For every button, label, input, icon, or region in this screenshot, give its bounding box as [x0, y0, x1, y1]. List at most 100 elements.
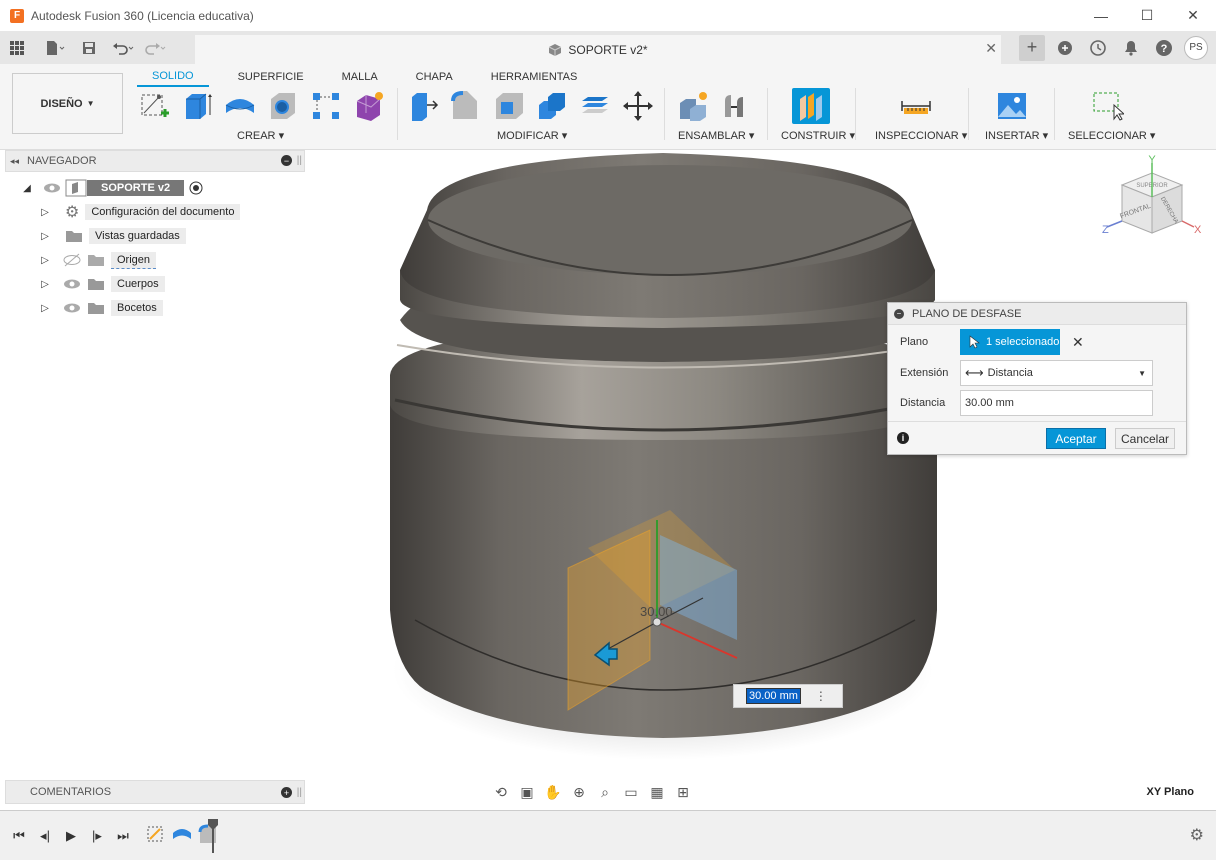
extensions-button[interactable] — [1052, 35, 1078, 61]
offset-plane-button[interactable] — [792, 88, 830, 124]
root-component-label[interactable]: SOPORTE v2 — [87, 180, 185, 196]
canvas-distance-value[interactable]: 30.00 mm — [746, 688, 801, 704]
notifications-button[interactable] — [1118, 35, 1144, 61]
save-button[interactable] — [76, 35, 102, 61]
go-to-start-button[interactable]: ⏮ — [8, 825, 30, 847]
plane-selection-button[interactable]: 1 seleccionado — [960, 329, 1060, 355]
combine-button[interactable] — [533, 88, 571, 124]
help-button[interactable]: ? — [1151, 35, 1177, 61]
comments-panel-header[interactable]: COMENTARIOS + || — [5, 780, 305, 804]
close-window-button[interactable]: ✕ — [1170, 0, 1216, 31]
timeline-sketch-icon[interactable] — [145, 823, 167, 845]
job-status-button[interactable] — [1085, 35, 1111, 61]
press-pull-button[interactable] — [404, 88, 442, 124]
step-forward-button[interactable]: |▸ — [86, 825, 108, 847]
display-settings-button[interactable]: ▭ — [620, 781, 642, 803]
eye-icon[interactable] — [63, 301, 81, 315]
shell-button[interactable] — [490, 88, 528, 124]
3d-viewport[interactable]: 30.00 SUPERIOR FRONTAL DERECHA Y Z X 30.… — [305, 150, 1216, 810]
orbit-button[interactable]: ⟲ — [490, 781, 512, 803]
tree-item-document-settings[interactable]: ▷ ⚙ Configuración del documento — [5, 200, 305, 224]
tree-item-sketches[interactable]: ▷ Bocetos — [5, 296, 305, 320]
cancel-button[interactable]: Cancelar — [1115, 428, 1175, 449]
tree-root[interactable]: ◢ SOPORTE v2 — [5, 176, 305, 200]
collapse-triangle-icon[interactable]: ◢ — [21, 182, 33, 194]
plus-circle-icon[interactable]: + — [281, 787, 292, 798]
tree-item-bodies[interactable]: ▷ Cuerpos — [5, 272, 305, 296]
expand-triangle-icon[interactable]: ▷ — [39, 230, 51, 242]
fit-button[interactable]: ⌕ — [594, 781, 616, 803]
create-group-label[interactable]: CREAR ▾ — [237, 129, 284, 142]
pattern-button[interactable] — [307, 88, 345, 124]
info-icon[interactable]: i — [897, 432, 909, 444]
grid-settings-button[interactable]: ▦ — [646, 781, 668, 803]
redo-button[interactable] — [142, 35, 168, 61]
insert-image-button[interactable] — [993, 88, 1031, 124]
collapse-icon[interactable]: − — [894, 308, 904, 319]
workspace-switcher[interactable]: DISEÑO ▼ — [12, 73, 123, 134]
create-form-button[interactable] — [350, 88, 388, 124]
move-button[interactable] — [619, 88, 657, 124]
new-tab-button[interactable]: + — [1019, 34, 1045, 61]
timeline-revolve-icon[interactable] — [171, 823, 193, 845]
play-button[interactable]: ▶ — [60, 825, 82, 847]
tab-chapa[interactable]: CHAPA — [401, 67, 468, 87]
hole-button[interactable] — [264, 88, 302, 124]
viewports-button[interactable]: ⊞ — [672, 781, 694, 803]
pan-button[interactable]: ✋ — [542, 781, 564, 803]
tab-herramientas[interactable]: HERRAMIENTAS — [476, 67, 593, 87]
canvas-distance-input[interactable]: 30.00 mm ⋮ — [733, 684, 843, 708]
expand-triangle-icon[interactable]: ▷ — [39, 206, 51, 218]
assemble-group-label[interactable]: ENSAMBLAR ▾ — [678, 129, 754, 142]
create-sketch-button[interactable] — [135, 88, 173, 124]
tab-superficie[interactable]: SUPERFICIE — [223, 67, 319, 87]
select-group-label[interactable]: SELECCIONAR ▾ — [1068, 129, 1155, 142]
zoom-button[interactable]: ⊕ — [568, 781, 590, 803]
maximize-button[interactable]: ☐ — [1124, 0, 1170, 31]
eye-hidden-icon[interactable] — [63, 253, 81, 267]
joint-button[interactable] — [717, 88, 755, 124]
dialog-header[interactable]: − PLANO DE DESFASE — [888, 303, 1186, 325]
inspect-group-label[interactable]: INSPECCIONAR ▾ — [875, 129, 967, 142]
extrude-button[interactable] — [178, 88, 216, 124]
cylinder-model[interactable]: 30.00 — [305, 150, 1216, 810]
timeline-marker[interactable] — [208, 819, 218, 853]
new-component-button[interactable] — [674, 88, 712, 124]
construct-group-label[interactable]: CONSTRUIR ▾ — [781, 129, 855, 142]
more-options-icon[interactable]: ⋮ — [815, 689, 827, 703]
fillet-button[interactable] — [447, 88, 485, 124]
panel-grip-icon[interactable]: || — [297, 155, 302, 166]
tab-solido[interactable]: SOLIDO — [137, 67, 209, 87]
minus-circle-icon[interactable]: − — [281, 155, 292, 166]
app-grid-button[interactable] — [4, 35, 30, 61]
document-tab[interactable]: SOPORTE v2* ✕ — [195, 35, 1001, 64]
timeline-settings-icon[interactable]: ⚙ — [1190, 825, 1204, 845]
distance-field[interactable]: 30.00 mm — [960, 390, 1153, 416]
file-menu-button[interactable] — [42, 35, 68, 61]
measure-button[interactable] — [897, 88, 935, 124]
expand-triangle-icon[interactable]: ▷ — [39, 302, 51, 314]
eye-icon[interactable] — [63, 277, 81, 291]
offset-face-button[interactable] — [576, 88, 614, 124]
user-avatar[interactable]: PS — [1184, 35, 1208, 60]
viewcube[interactable]: SUPERIOR FRONTAL DERECHA Y Z X — [1102, 155, 1202, 250]
minimize-button[interactable]: — — [1078, 0, 1124, 31]
select-button[interactable] — [1088, 88, 1126, 124]
undo-button[interactable] — [110, 35, 136, 61]
step-back-button[interactable]: ◂| — [34, 825, 56, 847]
tree-item-origin[interactable]: ▷ Origen — [5, 248, 305, 272]
modify-group-label[interactable]: MODIFICAR ▾ — [497, 129, 567, 142]
extension-select[interactable]: ⟷ Distancia ▼ — [960, 360, 1153, 386]
expand-triangle-icon[interactable]: ▷ — [39, 254, 51, 266]
close-tab-icon[interactable]: ✕ — [985, 40, 997, 57]
look-at-button[interactable]: ▣ — [516, 781, 538, 803]
collapse-browser-icon[interactable]: ◂◂ — [10, 156, 19, 167]
panel-grip-icon[interactable]: || — [297, 787, 302, 798]
tree-item-saved-views[interactable]: ▷ Vistas guardadas — [5, 224, 305, 248]
insert-group-label[interactable]: INSERTAR ▾ — [985, 129, 1048, 142]
go-to-end-button[interactable]: ⏭ — [112, 825, 134, 847]
clear-selection-icon[interactable]: ✕ — [1072, 334, 1084, 351]
tab-malla[interactable]: MALLA — [327, 67, 393, 87]
expand-triangle-icon[interactable]: ▷ — [39, 278, 51, 290]
radio-active-icon[interactable] — [188, 180, 204, 196]
